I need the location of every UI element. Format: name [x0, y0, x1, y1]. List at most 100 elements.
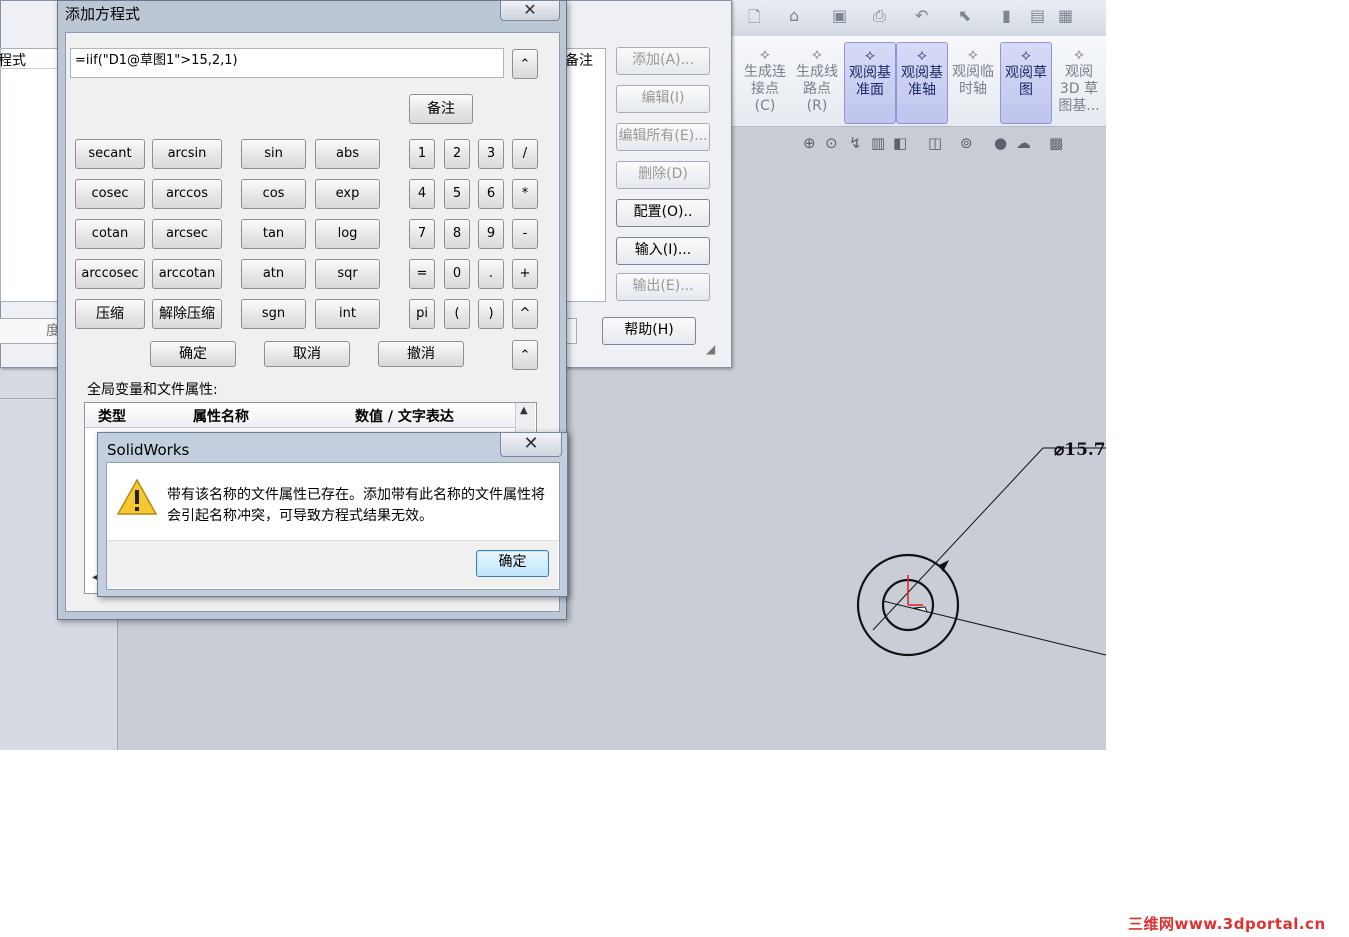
- scroll-up-icon[interactable]: ▲: [520, 405, 528, 416]
- keypad-button[interactable]: -: [512, 219, 538, 249]
- zoom-fit-icon[interactable]: ⊕: [803, 134, 816, 152]
- collapse-up-button[interactable]: ⌃: [512, 49, 538, 79]
- close-button[interactable]: ✕: [500, 432, 562, 457]
- appearance-icon[interactable]: ●: [994, 134, 1007, 152]
- edit-all-button[interactable]: 编辑所有(E)...: [616, 123, 710, 151]
- rebuild-icon[interactable]: ▮: [1002, 6, 1011, 25]
- function-button-arcsin[interactable]: arcsin: [152, 139, 222, 169]
- edit-button[interactable]: 编辑(I): [616, 85, 710, 113]
- ok-button[interactable]: 确定: [150, 341, 236, 367]
- keypad-button[interactable]: +: [512, 259, 538, 289]
- ribbon-button-1[interactable]: ⟡ 生成线 路点 (R): [792, 42, 842, 122]
- equation-input[interactable]: =iif("D1@草图1">15,2,1): [70, 48, 504, 78]
- ribbon-button-2[interactable]: ⟡ 观阅基 准面: [844, 42, 896, 124]
- view-orientation-icon[interactable]: ◧: [893, 134, 907, 152]
- collapse-up-button-2[interactable]: ⌃: [512, 340, 538, 370]
- function-button-atn[interactable]: atn: [241, 259, 306, 289]
- keypad-button[interactable]: 3: [478, 139, 504, 169]
- keypad-button[interactable]: =: [409, 259, 435, 289]
- keypad-button[interactable]: 8: [444, 219, 470, 249]
- ribbon-button-3[interactable]: ⟡ 观阅基 准轴: [896, 42, 948, 124]
- delete-button[interactable]: 删除(D): [616, 161, 710, 189]
- undo-button[interactable]: 撤消: [378, 341, 464, 367]
- close-button[interactable]: ✕: [500, 0, 560, 21]
- function-button-cotan[interactable]: cotan: [75, 219, 145, 249]
- ribbon-label: 时轴: [959, 81, 987, 97]
- keypad-button[interactable]: 7: [409, 219, 435, 249]
- keypad-button[interactable]: .: [478, 259, 504, 289]
- list-header-divider: [0, 48, 60, 69]
- zoom-area-icon[interactable]: ⊙: [825, 134, 838, 152]
- ribbon-button-5[interactable]: ⟡ 观阅草图: [1000, 42, 1052, 124]
- undo-icon[interactable]: ↶: [915, 6, 928, 25]
- keypad-button[interactable]: 9: [478, 219, 504, 249]
- ribbon-button-0[interactable]: ⟡ 生成连 接点 (C): [740, 42, 790, 122]
- function-button-arccosec[interactable]: arccosec: [75, 259, 145, 289]
- scene-icon[interactable]: ☁: [1016, 134, 1031, 152]
- file-props-icon[interactable]: ▤: [1030, 6, 1045, 25]
- ribbon-label: 图基...: [1058, 98, 1100, 114]
- previous-view-icon[interactable]: ↯: [849, 134, 862, 152]
- function-button-压缩[interactable]: 压缩: [75, 299, 145, 329]
- help-button[interactable]: 帮助(H): [602, 317, 696, 345]
- temp-axis-icon: ⟡: [968, 45, 978, 63]
- function-button-cosec[interactable]: cosec: [75, 179, 145, 209]
- new-doc-icon[interactable]: 🗋: [748, 6, 761, 33]
- column-note-header: 备注: [565, 53, 593, 69]
- warning-icon: [116, 478, 158, 515]
- config-button[interactable]: 配置(O)..: [616, 199, 710, 227]
- function-button-log[interactable]: log: [315, 219, 380, 249]
- keypad-button[interactable]: 2: [444, 139, 470, 169]
- add-button[interactable]: 添加(A)...: [616, 47, 710, 75]
- keypad-button[interactable]: ^: [512, 299, 538, 329]
- keypad-button[interactable]: 0: [444, 259, 470, 289]
- save-icon[interactable]: ▣: [832, 6, 847, 25]
- keypad-button[interactable]: /: [512, 139, 538, 169]
- open-icon[interactable]: ⌂: [789, 6, 799, 25]
- ribbon-button-4[interactable]: ⟡ 观阅临 时轴: [948, 42, 998, 122]
- section-view-icon[interactable]: ▥: [871, 134, 885, 152]
- resize-grip-icon[interactable]: ◢: [706, 342, 715, 356]
- view-settings-icon[interactable]: ▩: [1049, 134, 1063, 152]
- ribbon-button-6[interactable]: ⟡ 观阅 3D 草图基...: [1054, 42, 1104, 122]
- keypad-button[interactable]: *: [512, 179, 538, 209]
- function-button-解除压缩[interactable]: 解除压缩: [152, 299, 222, 329]
- keypad-button[interactable]: 5: [444, 179, 470, 209]
- function-button-arccos[interactable]: arccos: [152, 179, 222, 209]
- function-button-sin[interactable]: sin: [241, 139, 306, 169]
- function-button-sgn[interactable]: sgn: [241, 299, 306, 329]
- keypad-button[interactable]: 4: [409, 179, 435, 209]
- function-button-exp[interactable]: exp: [315, 179, 380, 209]
- function-button-sqr[interactable]: sqr: [315, 259, 380, 289]
- import-button[interactable]: 输入(I)...: [616, 237, 710, 265]
- hide-show-icon[interactable]: ⊚: [960, 134, 973, 152]
- function-button-abs[interactable]: abs: [315, 139, 380, 169]
- function-button-int[interactable]: int: [315, 299, 380, 329]
- keypad-button[interactable]: 6: [478, 179, 504, 209]
- keypad-button[interactable]: (: [444, 299, 470, 329]
- diameter-dimension-text[interactable]: ⌀15.7: [1054, 440, 1106, 460]
- function-button-tan[interactable]: tan: [241, 219, 306, 249]
- display-style-icon[interactable]: ◫: [928, 134, 942, 152]
- header-value[interactable]: 数值 / 文字表达: [355, 406, 454, 426]
- function-button-secant[interactable]: secant: [75, 139, 145, 169]
- keypad-button[interactable]: 1: [409, 139, 435, 169]
- function-button-arcsec[interactable]: arcsec: [152, 219, 222, 249]
- header-type[interactable]: 类型: [98, 406, 126, 426]
- note-button[interactable]: 备注: [409, 94, 473, 124]
- function-button-arccotan[interactable]: arccotan: [152, 259, 222, 289]
- cancel-button[interactable]: 取消: [264, 341, 350, 367]
- ribbon-label: 观阅基: [901, 65, 943, 81]
- export-button[interactable]: 输出(E)...: [616, 273, 710, 301]
- options-icon[interactable]: ▦: [1058, 6, 1073, 25]
- function-button-cos[interactable]: cos: [241, 179, 306, 209]
- select-icon[interactable]: ⬉: [958, 6, 971, 25]
- keypad-button[interactable]: ): [478, 299, 504, 329]
- print-icon[interactable]: ⎙: [873, 6, 886, 26]
- header-name[interactable]: 属性名称: [193, 406, 249, 426]
- ok-button[interactable]: 确定: [476, 550, 549, 577]
- chevron-up-icon: ⌃: [519, 57, 531, 72]
- chevron-up-icon: ⌃: [519, 348, 531, 363]
- ribbon-label: 准轴: [908, 82, 936, 98]
- keypad-button[interactable]: pi: [409, 299, 435, 329]
